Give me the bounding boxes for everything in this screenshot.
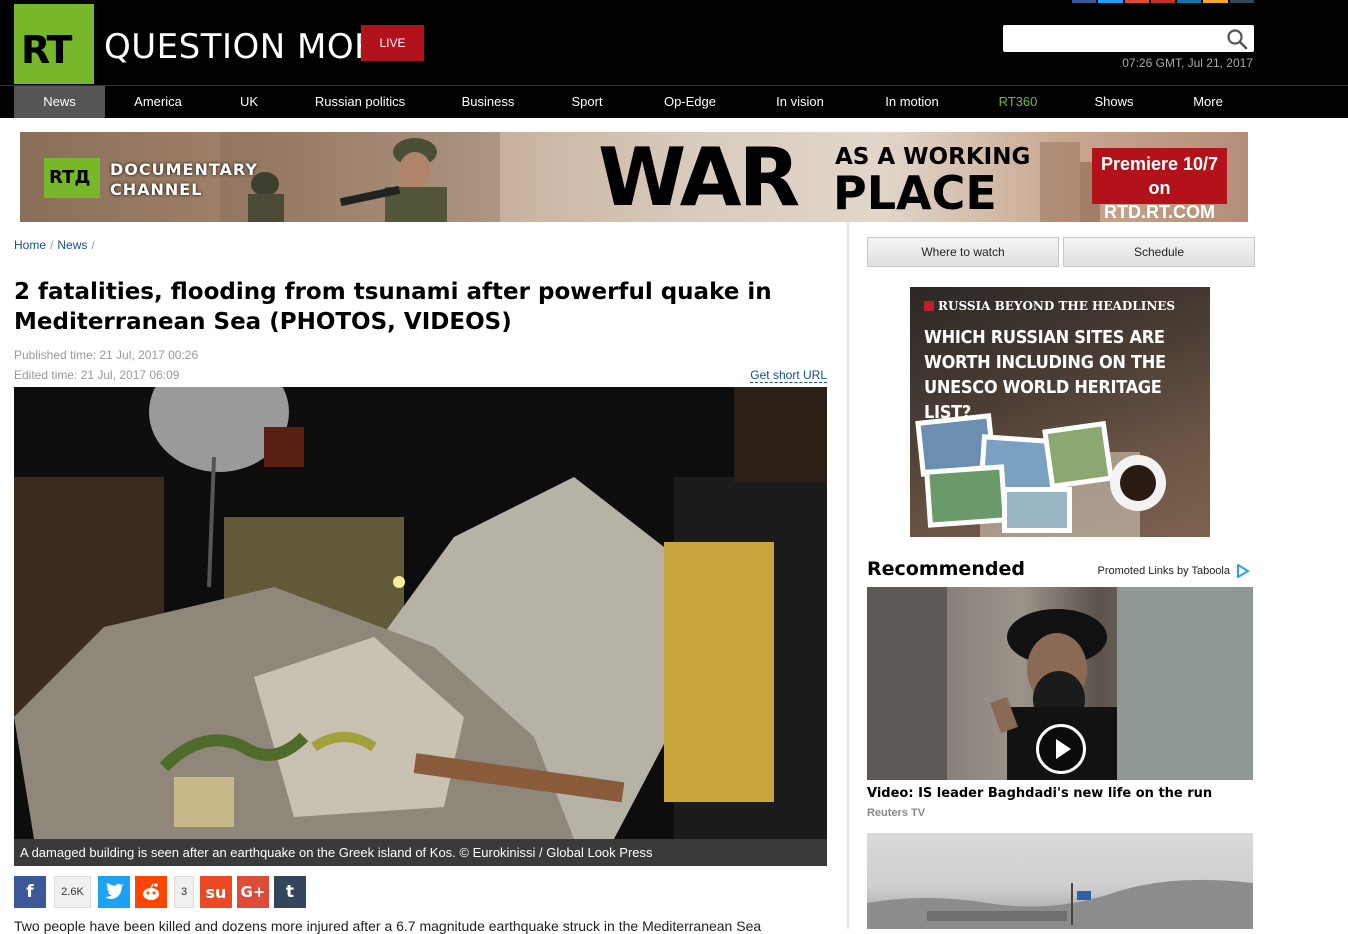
twitter-share-icon[interactable]: [98, 876, 130, 908]
reddit-share-count: 3: [174, 876, 194, 908]
nav-america[interactable]: America: [116, 86, 200, 118]
facebook-share-count: 2.6K: [54, 876, 91, 908]
column-divider: [847, 222, 849, 929]
twitter-bird-icon: [105, 883, 124, 899]
breadcrumb-home[interactable]: Home: [14, 238, 46, 252]
banner-channel: DOCUMENTARY CHANNEL: [110, 160, 258, 200]
strip-vk[interactable]: [1177, 0, 1202, 3]
main-nav: News America UK Russian politics Busines…: [0, 85, 1348, 118]
ad-brand-text: RUSSIA BEYOND THE HEADLINES: [938, 299, 1176, 313]
nav-in-vision[interactable]: In vision: [760, 86, 840, 118]
taboola-promoted-label[interactable]: Promoted Links by Taboola: [1098, 565, 1231, 577]
tumblr-share-icon[interactable]: t: [274, 876, 306, 908]
rtd-badge: RTД: [44, 158, 100, 198]
postcards-image: [915, 413, 1166, 537]
reddit-alien-icon: [143, 883, 159, 900]
strip-googleplus[interactable]: [1124, 0, 1149, 3]
stumbleupon-share-icon[interactable]: su: [200, 876, 232, 908]
breadcrumb-separator-icon: /: [91, 238, 95, 252]
breadcrumb: Home / News /: [14, 238, 99, 252]
facebook-share-icon[interactable]: f: [14, 876, 46, 908]
recommended-heading: Recommended: [867, 558, 1025, 580]
edited-time: Edited time: 21 Jul, 2017 06:09: [14, 368, 180, 382]
search-box: [1003, 25, 1254, 52]
banner-channel-line1: DOCUMENTARY: [110, 160, 258, 179]
banner-premiere-box[interactable]: Premiere 10/7 on RTD.RT.COM: [1092, 148, 1227, 222]
logo-text: RT: [21, 28, 73, 72]
article-photo[interactable]: [14, 387, 827, 839]
published-time: Published time: 21 Jul, 2017 00:26: [14, 348, 199, 362]
googleplus-share-icon[interactable]: G+: [237, 876, 269, 908]
harbor-image: [867, 879, 1253, 929]
strip-tumblr[interactable]: [1229, 0, 1254, 3]
nav-rt360[interactable]: RT360: [986, 86, 1050, 118]
article-headline: 2 fatalities, flooding from tsunami afte…: [14, 279, 772, 335]
photo-caption: A damaged building is seen after an eart…: [14, 839, 827, 866]
banner-place: PLACE: [833, 166, 997, 220]
breadcrumb-separator-icon: /: [50, 238, 54, 252]
strip-twitter[interactable]: [1098, 0, 1123, 3]
rbth-logo-icon: [924, 301, 934, 311]
banner-channel-line2: CHANNEL: [110, 180, 203, 199]
search-input[interactable]: [1007, 28, 1221, 50]
where-to-watch-button[interactable]: Where to watch: [867, 237, 1059, 267]
reddit-share-icon[interactable]: [135, 876, 167, 908]
rt-logo[interactable]: RT: [14, 4, 94, 84]
nav-sport[interactable]: Sport: [556, 86, 618, 118]
rtd-badge-text: RTД: [49, 167, 91, 188]
nav-news[interactable]: News: [14, 86, 105, 118]
nav-shows[interactable]: Shows: [1082, 86, 1146, 118]
earthquake-damage-image: [14, 387, 827, 839]
premiere-line2: on RTD.RT.COM: [1104, 178, 1215, 222]
nav-op-edge[interactable]: Op-Edge: [648, 86, 732, 118]
recommended-video-title[interactable]: Video: IS leader Baghdadi's new life on …: [867, 786, 1212, 801]
strip-rss[interactable]: [1203, 0, 1228, 3]
recommended-second-thumbnail[interactable]: [867, 833, 1253, 929]
play-icon[interactable]: [1036, 724, 1086, 774]
promoted-text: Promoted Links by Taboola: [1097, 565, 1231, 577]
strip-facebook[interactable]: [1072, 0, 1097, 3]
rbth-ad[interactable]: RUSSIA BEYOND THE HEADLINES WHICH RUSSIA…: [910, 287, 1210, 537]
schedule-button[interactable]: Schedule: [1063, 237, 1255, 267]
taboola-play-icon[interactable]: [1236, 564, 1250, 578]
banner-war: WAR: [598, 132, 800, 222]
nav-business[interactable]: Business: [446, 86, 530, 118]
live-button[interactable]: LIVE: [361, 25, 424, 61]
get-short-url-link[interactable]: Get short URL: [750, 368, 827, 383]
strip-youtube[interactable]: [1150, 0, 1176, 3]
search-icon[interactable]: [1226, 28, 1248, 50]
premiere-line1: Premiere 10/7: [1100, 154, 1219, 174]
banner-soldiers-image: [220, 132, 500, 222]
tagline: QUESTION MORE: [104, 27, 401, 67]
nav-russian-politics[interactable]: Russian politics: [300, 86, 420, 118]
breadcrumb-news[interactable]: News: [57, 238, 87, 252]
top-bar: RT QUESTION MORE LIVE 07:26 GMT, Jul 21,…: [0, 0, 1348, 85]
documentary-banner[interactable]: RTД DOCUMENTARY CHANNEL WAR AS A WORKING…: [20, 132, 1248, 222]
current-datetime: 07:26 GMT, Jul 21, 2017: [1122, 56, 1253, 70]
nav-in-motion[interactable]: In motion: [868, 86, 956, 118]
recommended-video-source: Reuters TV: [867, 807, 926, 819]
nav-more[interactable]: More: [1176, 86, 1240, 118]
nav-uk[interactable]: UK: [222, 86, 276, 118]
social-strip: [1072, 0, 1254, 3]
recommended-video-thumbnail[interactable]: [867, 587, 1253, 780]
article-lead-paragraph: Two people have been killed and dozens m…: [14, 918, 762, 934]
ad-brand: RUSSIA BEYOND THE HEADLINES: [924, 299, 1175, 313]
